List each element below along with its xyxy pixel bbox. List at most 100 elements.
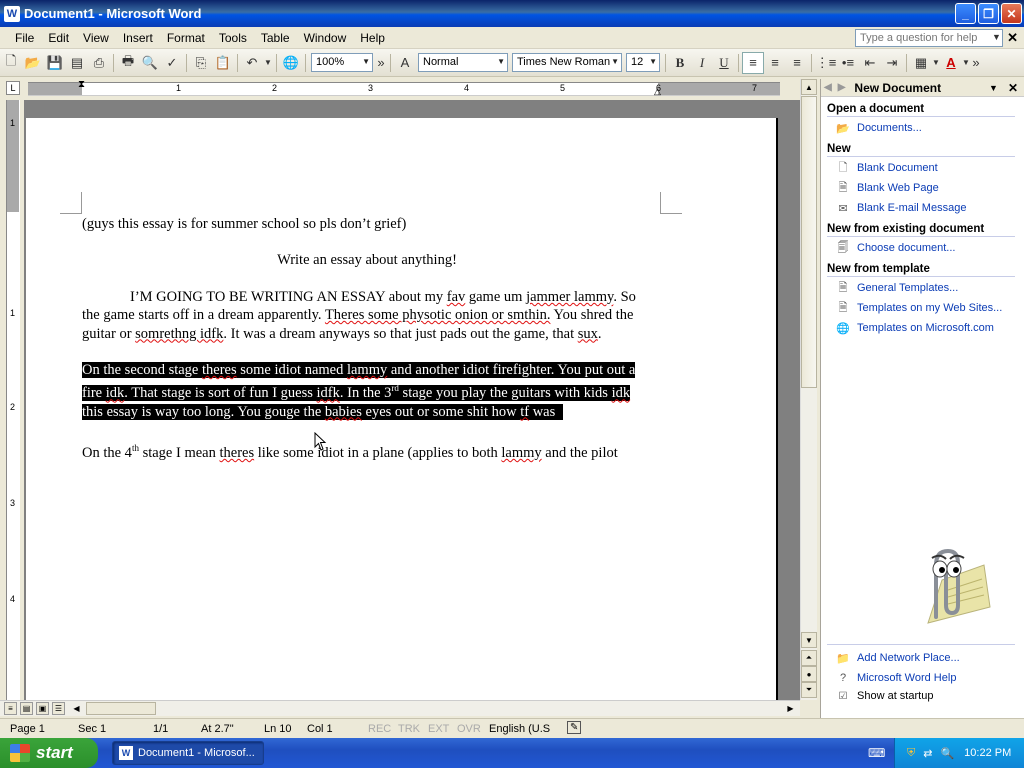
- help-search-input[interactable]: Type a question for help: [855, 29, 1003, 47]
- misspelled-word[interactable]: lammy: [347, 362, 387, 378]
- menu-help[interactable]: Help: [353, 31, 392, 45]
- previous-page-icon[interactable]: ⏶: [801, 650, 817, 666]
- menu-format[interactable]: Format: [160, 31, 212, 45]
- normal-view-icon[interactable]: ≡: [4, 702, 17, 715]
- security-shield-icon[interactable]: ⛨: [907, 747, 915, 760]
- document-body[interactable]: (guys this essay is for summer school so…: [82, 215, 652, 480]
- office-assistant-clippy-icon[interactable]: [898, 545, 998, 635]
- status-ext[interactable]: EXT: [428, 723, 449, 735]
- undo-icon[interactable]: ↶: [241, 52, 263, 74]
- restore-button[interactable]: ❐: [978, 3, 999, 24]
- blank-web-page-link[interactable]: 🗎 Blank Web Page: [835, 181, 939, 195]
- scroll-up-icon[interactable]: ▲: [801, 79, 817, 95]
- bullets-icon[interactable]: •≡: [837, 52, 859, 74]
- templates-web-sites-link[interactable]: 🗎 Templates on my Web Sites...: [835, 301, 1003, 315]
- document-area[interactable]: (guys this essay is for summer school so…: [24, 100, 800, 700]
- misspelled-word[interactable]: babies: [325, 404, 362, 420]
- menu-edit[interactable]: Edit: [41, 31, 76, 45]
- clock[interactable]: 10:22 PM: [964, 747, 1011, 759]
- misspelled-word[interactable]: idk: [106, 385, 125, 401]
- bold-button[interactable]: B: [669, 52, 691, 74]
- network-icon[interactable]: ⇄: [923, 747, 932, 760]
- misspelled-word[interactable]: lammy: [501, 445, 541, 461]
- numbering-icon[interactable]: ⋮≡: [815, 52, 837, 74]
- new-document-icon[interactable]: 🗋: [0, 52, 22, 74]
- style-select[interactable]: Normal ▼: [418, 53, 508, 72]
- status-ovr[interactable]: OVR: [457, 723, 481, 735]
- open-folder-icon[interactable]: 📂: [22, 52, 44, 74]
- misspelled-word[interactable]: theres: [202, 362, 237, 378]
- browse-object-icon[interactable]: ●: [801, 666, 817, 682]
- research-globe-icon[interactable]: 🌐: [280, 52, 302, 74]
- close-pane-icon[interactable]: ✕: [1008, 81, 1018, 95]
- menu-window[interactable]: Window: [297, 31, 354, 45]
- documents-link[interactable]: 📂 Documents...: [835, 121, 922, 135]
- misspelled-word[interactable]: jammer lammy: [526, 289, 613, 305]
- spelling-status-icon[interactable]: ✎: [567, 721, 582, 734]
- taskbar-word-item[interactable]: W Document1 - Microsof...: [112, 741, 264, 765]
- borders-icon[interactable]: ▦: [910, 52, 932, 74]
- menu-view[interactable]: View: [76, 31, 116, 45]
- print-layout-icon[interactable]: ▣: [36, 702, 49, 715]
- tab-selector[interactable]: L: [6, 81, 20, 95]
- horizontal-scrollbar[interactable]: ≡ ▤ ▣ ☰ ◀ ▶: [0, 700, 800, 716]
- misspelled-word[interactable]: tf: [520, 404, 529, 420]
- general-templates-link[interactable]: 🗎 General Templates...: [835, 281, 959, 295]
- print-preview-icon[interactable]: ⎙: [88, 52, 110, 74]
- word-icon[interactable]: W: [4, 5, 20, 22]
- zoom-select[interactable]: 100% ▼: [311, 53, 373, 72]
- close-button[interactable]: ✕: [1001, 3, 1022, 24]
- misspelled-word[interactable]: idk: [612, 385, 631, 401]
- search-icon[interactable]: 🔍: [940, 747, 954, 760]
- right-indent-marker-icon[interactable]: △: [654, 86, 661, 97]
- status-rec[interactable]: REC: [368, 723, 391, 735]
- save-icon[interactable]: 💾: [44, 52, 66, 74]
- word-help-link[interactable]: ? Microsoft Word Help: [835, 671, 957, 685]
- menu-table[interactable]: Table: [254, 31, 297, 45]
- status-trk[interactable]: TRK: [398, 723, 420, 735]
- outline-view-icon[interactable]: ☰: [52, 702, 65, 715]
- toolbar-options-icon[interactable]: »: [970, 52, 982, 74]
- keyboard-icon[interactable]: ⌨: [868, 746, 885, 760]
- templates-microsoft-link[interactable]: 🌐 Templates on Microsoft.com: [835, 321, 994, 335]
- forward-icon[interactable]: ▶: [838, 82, 846, 93]
- print-icon[interactable]: 🖶: [117, 52, 139, 74]
- minimize-button[interactable]: _: [955, 3, 976, 24]
- horizontal-ruler[interactable]: 1 2 3 4 5 6 7 ⧗ △: [28, 79, 780, 97]
- font-select[interactable]: Times New Roman ▼: [512, 53, 622, 72]
- preview-icon[interactable]: 🔍: [139, 52, 161, 74]
- styles-pane-icon[interactable]: A: [394, 52, 416, 74]
- chevron-down-icon[interactable]: ▼: [989, 83, 998, 93]
- start-button[interactable]: start: [0, 738, 98, 768]
- toolbar-options-icon[interactable]: »: [375, 52, 387, 74]
- scroll-left-icon[interactable]: ◀: [70, 702, 83, 715]
- underline-button[interactable]: U: [713, 52, 735, 74]
- hscroll-thumb[interactable]: [86, 702, 156, 715]
- scroll-thumb[interactable]: [801, 96, 817, 388]
- align-center-icon[interactable]: ≡: [764, 52, 786, 74]
- indent-marker-icon[interactable]: ⧗: [78, 79, 85, 90]
- scroll-down-icon[interactable]: ▼: [801, 632, 817, 648]
- vertical-ruler[interactable]: 1 1 2 3 4: [6, 100, 20, 700]
- font-color-dropdown-icon[interactable]: ▼: [962, 52, 970, 74]
- menu-insert[interactable]: Insert: [116, 31, 160, 45]
- align-right-icon[interactable]: ≡: [786, 52, 808, 74]
- next-page-icon[interactable]: ⏷: [801, 682, 817, 698]
- back-icon[interactable]: ◀: [824, 82, 832, 93]
- choose-document-link[interactable]: 🗐 Choose document...: [835, 241, 956, 255]
- misspelled-word[interactable]: Theres some physotic onion or smthin.: [325, 307, 551, 323]
- scroll-right-icon[interactable]: ▶: [784, 702, 797, 715]
- vertical-scrollbar[interactable]: ▲ ▼ ⏶ ● ⏷: [800, 79, 817, 700]
- copy-icon[interactable]: ⎘: [190, 52, 212, 74]
- misspelled-word[interactable]: idfk: [317, 385, 340, 401]
- italic-button[interactable]: I: [691, 52, 713, 74]
- web-layout-icon[interactable]: ▤: [20, 702, 33, 715]
- paste-icon[interactable]: 📋: [212, 52, 234, 74]
- increase-indent-icon[interactable]: ⇥: [881, 52, 903, 74]
- add-network-place-link[interactable]: 📁 Add Network Place...: [835, 651, 960, 665]
- font-size-select[interactable]: 12 ▼: [626, 53, 660, 72]
- misspelled-word[interactable]: somrethng idfk: [135, 326, 223, 342]
- menu-tools[interactable]: Tools: [212, 31, 254, 45]
- show-at-startup-checkbox[interactable]: ☑ Show at startup: [835, 689, 934, 703]
- blank-document-link[interactable]: 🗋 Blank Document: [835, 161, 938, 175]
